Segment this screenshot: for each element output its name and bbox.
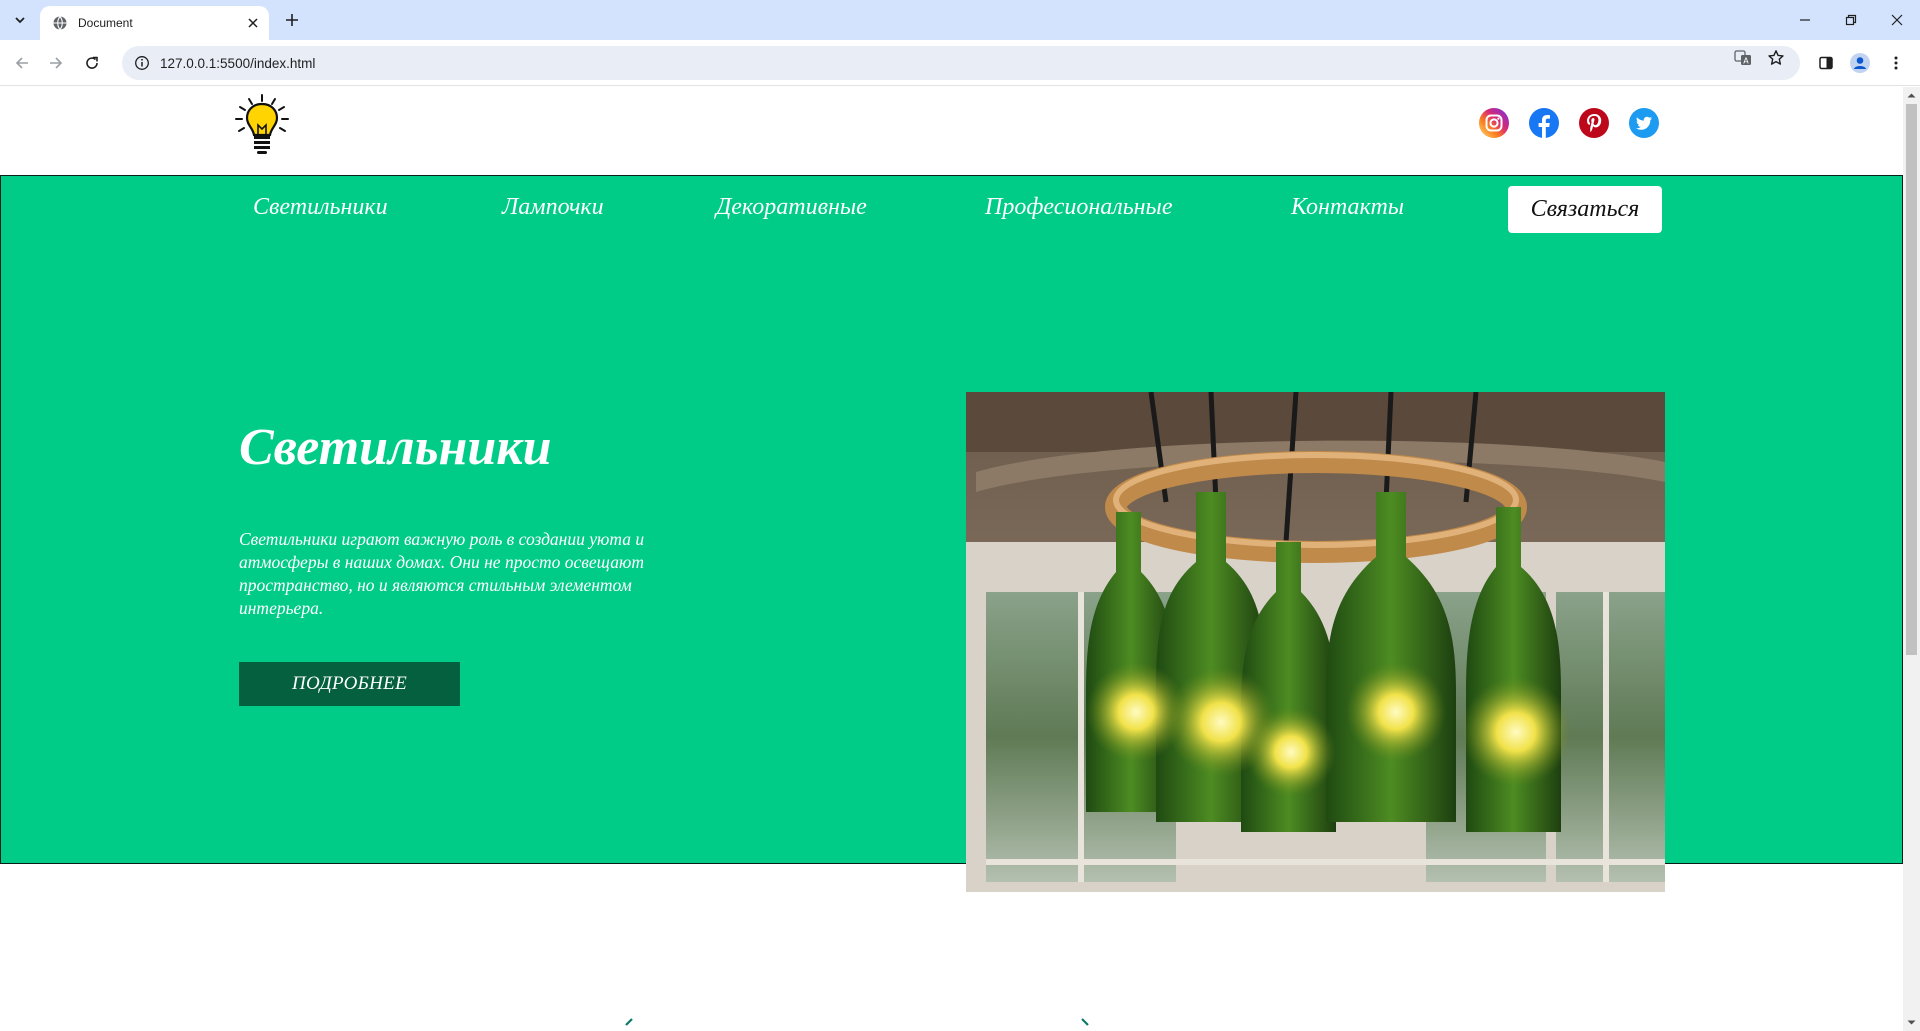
nav-item-svetilniki[interactable]: Светильники (253, 194, 388, 221)
arrow-left-icon[interactable] (10, 51, 34, 75)
svg-text:A: A (1743, 57, 1749, 66)
minimize-icon[interactable] (1782, 0, 1828, 40)
nav-item-lampochki[interactable]: Лампочки (502, 194, 604, 221)
pinterest-icon[interactable] (1578, 107, 1610, 139)
address-bar[interactable]: 127.0.0.1:5500/index.html (122, 46, 1800, 80)
nav-item-kontakty[interactable]: Контакты (1291, 194, 1404, 221)
plus-icon[interactable] (280, 8, 304, 32)
translate-icon[interactable]: A (1734, 49, 1752, 67)
hero-section: Светильники Лампочки Декоративные Профес… (0, 175, 1904, 892)
main-nav: Светильники Лампочки Декоративные Профес… (1, 186, 1904, 234)
chevron-down-icon[interactable] (8, 8, 32, 32)
scroll-down-icon[interactable] (1907, 1018, 1916, 1027)
scroll-up-icon[interactable] (1907, 91, 1916, 100)
info-icon[interactable] (134, 55, 150, 71)
nav-item-professionalnye[interactable]: Професиональные (985, 194, 1172, 221)
carousel-next-icon[interactable] (1080, 1018, 1090, 1031)
star-icon[interactable] (1767, 49, 1785, 67)
twitter-icon[interactable] (1628, 107, 1660, 139)
hero-title: Светильники (239, 419, 552, 476)
browser-tabstrip: Document (0, 0, 1920, 40)
contact-button[interactable]: Связаться (1508, 186, 1662, 233)
close-icon[interactable] (245, 15, 261, 31)
nav-item-dekorativnye[interactable]: Декоративные (716, 194, 867, 221)
tab-title: Document (78, 16, 133, 30)
web-page: Светильники Лампочки Декоративные Профес… (0, 87, 1903, 1031)
lightbulb-icon[interactable] (232, 93, 292, 157)
instagram-icon[interactable] (1478, 107, 1510, 139)
close-icon[interactable] (1874, 0, 1920, 40)
browser-tab[interactable]: Document (40, 6, 269, 40)
globe-icon (52, 15, 68, 31)
restore-icon[interactable] (1828, 0, 1874, 40)
side-panel-icon[interactable] (1814, 51, 1838, 75)
page-viewport: Светильники Лампочки Декоративные Профес… (0, 87, 1920, 1031)
bottle-chandelier-image (966, 392, 1665, 892)
browser-toolbar: 127.0.0.1:5500/index.html A (0, 40, 1920, 86)
page-scrollbar[interactable] (1903, 87, 1920, 1031)
scrollbar-thumb[interactable] (1906, 104, 1917, 655)
profile-icon[interactable] (1848, 51, 1872, 75)
more-button[interactable]: ПОДРОБНЕЕ (239, 662, 460, 706)
reload-icon[interactable] (80, 51, 104, 75)
kebab-menu-icon[interactable] (1884, 51, 1908, 75)
arrow-right-icon[interactable] (44, 51, 68, 75)
facebook-icon[interactable] (1528, 107, 1560, 139)
hero-description: Светильники играют важную роль в создани… (239, 529, 645, 618)
site-header (0, 87, 1903, 175)
url-text: 127.0.0.1:5500/index.html (160, 55, 316, 71)
social-links (1478, 107, 1660, 139)
carousel-prev-icon[interactable] (624, 1018, 634, 1031)
